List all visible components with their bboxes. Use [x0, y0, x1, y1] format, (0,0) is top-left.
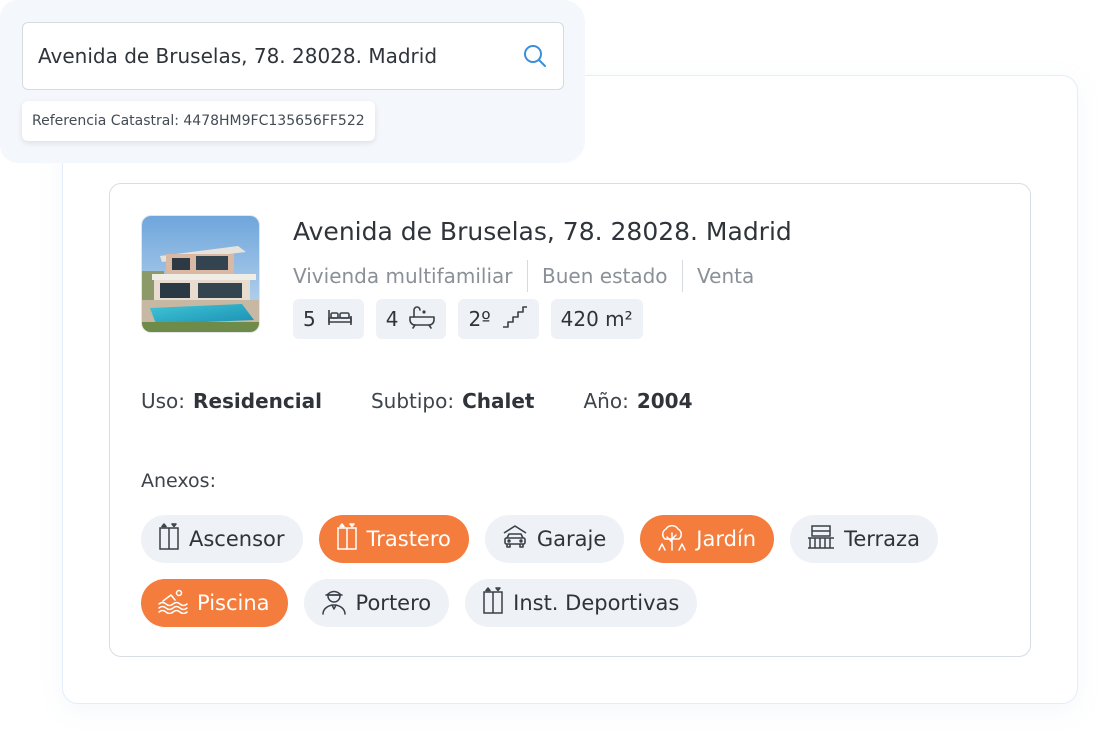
anexo-chip-jardin[interactable]: Jardín	[640, 515, 775, 563]
stairs-icon	[501, 305, 529, 334]
anexos-label: Anexos:	[141, 470, 216, 492]
bed-icon	[326, 306, 354, 333]
property-condition: Buen estado	[542, 264, 668, 288]
bathrooms-stat: 4	[375, 299, 447, 339]
search-icon[interactable]	[521, 42, 549, 70]
divider	[681, 260, 684, 292]
anexo-chip-trastero[interactable]: Trastero	[318, 515, 469, 563]
sports-icon	[481, 586, 505, 620]
fact-ano: Año: 2004	[584, 389, 693, 413]
property-facts: Uso: Residencial Subtipo: Chalet Año: 2004	[141, 389, 693, 413]
property-card[interactable]: Avenida de Bruselas, 78. 28028. Madrid V…	[109, 183, 1031, 657]
property-operation: Venta	[697, 264, 755, 288]
property-type: Vivienda multifamiliar	[293, 264, 513, 288]
storage-icon	[335, 522, 359, 556]
bathtub-icon	[408, 305, 436, 334]
cadastral-reference: Referencia Catastral: 4478HM9FC135656FF5…	[22, 101, 375, 141]
fact-value: Chalet	[462, 389, 535, 413]
anexo-label: Trastero	[366, 527, 451, 551]
fact-value: Residencial	[193, 389, 322, 413]
elevator-icon	[157, 522, 181, 556]
anexo-label: Terraza	[844, 527, 920, 551]
anexo-label: Jardín	[696, 527, 757, 551]
anexo-chip-terraza[interactable]: Terraza	[790, 515, 938, 563]
property-photo	[141, 215, 260, 333]
area-value: 420 m²	[560, 307, 633, 331]
fact-value: 2004	[636, 389, 693, 413]
fact-subtipo: Subtipo: Chalet	[371, 389, 535, 413]
fact-label: Uso:	[141, 389, 186, 413]
divider	[526, 260, 529, 292]
terrace-icon	[806, 523, 836, 556]
pool-icon	[157, 588, 189, 619]
anexo-chip-ascensor[interactable]: Ascensor	[141, 515, 303, 563]
search-panel: Referencia Catastral: 4478HM9FC135656FF5…	[0, 0, 585, 163]
car-icon	[501, 524, 529, 555]
fact-label: Subtipo:	[370, 389, 455, 413]
tree-icon	[656, 522, 688, 557]
bedrooms-count: 5	[303, 307, 316, 331]
anexo-label: Inst. Deportivas	[513, 591, 680, 615]
fact-uso: Uso: Residencial	[141, 389, 322, 413]
area-stat: 420 m²	[550, 299, 643, 339]
anexo-label: Piscina	[197, 591, 270, 615]
property-stats: 5 4 2º 420 m²	[293, 299, 643, 339]
anexo-label: Garaje	[536, 527, 607, 551]
anexo-label: Portero	[355, 591, 432, 615]
anexo-chip-garaje[interactable]: Garaje	[484, 515, 625, 563]
anexo-chip-piscina[interactable]: Piscina	[141, 579, 288, 627]
floor-stat: 2º	[458, 299, 539, 339]
anexos-list: Ascensor Trastero Garaje Jardín Terraza	[141, 515, 1021, 643]
property-title: Avenida de Bruselas, 78. 28028. Madrid	[293, 217, 792, 246]
bedrooms-stat: 5	[293, 299, 364, 339]
search-input[interactable]	[38, 44, 521, 68]
anexo-label: Ascensor	[189, 527, 285, 551]
anexo-chip-inst-deportivas[interactable]: Inst. Deportivas	[465, 579, 698, 627]
search-box	[22, 22, 564, 90]
anexo-chip-portero[interactable]: Portero	[303, 579, 450, 627]
floor-number: 2º	[468, 307, 491, 331]
doorman-icon	[320, 587, 348, 620]
property-meta: Vivienda multifamiliar Buen estado Venta	[293, 260, 754, 292]
fact-label: Año:	[583, 389, 629, 413]
bathrooms-count: 4	[385, 307, 399, 331]
